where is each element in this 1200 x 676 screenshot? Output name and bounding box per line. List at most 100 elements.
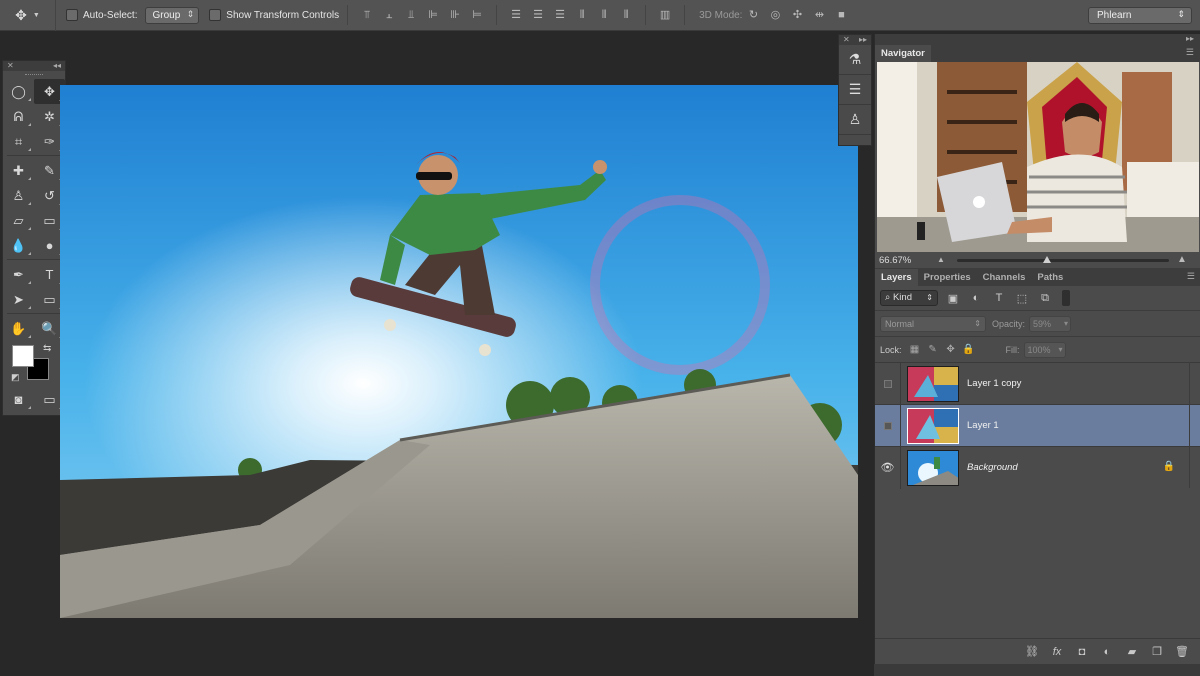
3d-pan-icon[interactable]: ✣	[790, 8, 804, 22]
auto-select-checkbox[interactable]	[66, 9, 78, 21]
swap-colors-icon[interactable]: ⇆	[43, 343, 51, 354]
hand-tool-icon[interactable]: ✋	[3, 316, 34, 341]
distribute-right-icon[interactable]: ⦀	[619, 8, 633, 22]
distribute-left-icon[interactable]: ⦀	[575, 8, 589, 22]
blend-mode-select[interactable]: Normal	[880, 315, 986, 332]
layer-name[interactable]: Layer 1 copy	[967, 378, 1021, 389]
adjustment-layer-icon[interactable]: ◐	[1100, 646, 1114, 658]
layer-name[interactable]: Background	[967, 462, 1018, 473]
link-layers-icon[interactable]: ⛓	[1025, 645, 1039, 658]
clone-source-panel-icon[interactable]: ♙	[839, 105, 871, 135]
collapsed-panel-dock: ✕ ▸▸ ⚗ ☰ ♙	[838, 34, 872, 146]
auto-align-icon[interactable]: ▥	[658, 8, 672, 22]
filter-kind-select[interactable]: ⌕ Kind	[880, 290, 938, 306]
panel-bottom-bar	[874, 664, 1200, 676]
layer-row-selected[interactable]: Layer 1	[875, 404, 1200, 447]
auto-select-label: Auto-Select:	[83, 9, 138, 21]
opacity-field[interactable]: 59%	[1029, 315, 1072, 332]
default-colors-icon[interactable]: ◩	[11, 372, 20, 383]
healing-brush-tool-icon[interactable]: ✚	[3, 158, 34, 183]
collapse-icon[interactable]: ◂◂	[53, 61, 61, 71]
new-group-icon[interactable]: ▰	[1125, 645, 1139, 658]
layer-thumbnail	[907, 449, 959, 486]
lock-image-icon[interactable]: ✎	[924, 344, 942, 355]
zoom-out-icon[interactable]: ▲	[937, 255, 945, 264]
filter-toggle[interactable]	[1062, 290, 1070, 306]
filter-adjustment-icon[interactable]: ◐	[968, 292, 984, 304]
tool-preset-picker[interactable]: ✥ ▼	[0, 0, 56, 31]
show-transform-checkbox[interactable]	[209, 9, 222, 21]
align-top-icon[interactable]: ⫪	[360, 8, 374, 22]
eraser-tool-icon[interactable]: ▱	[3, 208, 34, 233]
tab-channels[interactable]: Channels	[977, 269, 1032, 286]
pen-tool-icon[interactable]: ✒	[3, 262, 34, 287]
align-vcenter-icon[interactable]: ⫠	[382, 8, 396, 22]
expand-icon[interactable]: ▸▸	[859, 35, 867, 45]
distribute-hcenter-icon[interactable]: ⦀	[597, 8, 611, 22]
panel-menu-icon[interactable]: ☰	[1186, 47, 1194, 58]
visibility-toggle[interactable]	[875, 404, 901, 447]
filter-shape-icon[interactable]: ⬚	[1014, 292, 1030, 305]
quick-mask-icon[interactable]: ◙	[3, 387, 34, 412]
close-icon[interactable]: ✕	[843, 35, 850, 45]
tools-panel: ✕ ◂◂ ◯ ✥ ᕱ ✲ ⌗ ✑ ✚ ✎ ♙ ↺ ▱ ▭ 💧 ● ✒ T ➤ ▭ …	[2, 60, 66, 416]
history-panel-icon[interactable]: ⚗	[839, 45, 871, 75]
3d-orbit-icon[interactable]: ↻	[746, 8, 760, 22]
marquee-tool-icon[interactable]: ◯	[3, 79, 34, 104]
navigator-preview-image	[877, 62, 1199, 252]
layer-thumbnail	[907, 365, 959, 402]
add-mask-icon[interactable]: ◘	[1075, 646, 1089, 658]
tab-paths[interactable]: Paths	[1031, 269, 1069, 286]
clone-stamp-tool-icon[interactable]: ♙	[3, 183, 34, 208]
tab-navigator[interactable]: Navigator	[875, 45, 931, 62]
zoom-slider-knob[interactable]	[1043, 256, 1051, 263]
blur-tool-icon[interactable]: 💧	[3, 233, 34, 258]
navigator-preview[interactable]	[877, 62, 1199, 252]
document-canvas[interactable]	[60, 85, 858, 618]
layer-name[interactable]: Layer 1	[967, 420, 999, 431]
trash-icon[interactable]: 🗑	[1175, 645, 1189, 658]
foreground-color-swatch[interactable]	[12, 345, 34, 367]
align-bottom-icon[interactable]: ⫫	[404, 8, 418, 22]
layer-row[interactable]: Layer 1 copy	[875, 362, 1200, 405]
zoom-slider[interactable]	[957, 259, 1169, 262]
3d-slide-icon[interactable]: ⇹	[812, 8, 826, 22]
zoom-in-icon[interactable]: ▲	[1177, 254, 1187, 265]
fx-icon[interactable]: fx	[1050, 646, 1064, 658]
distribute-vcenter-icon[interactable]: ☰	[531, 8, 545, 22]
tab-layers[interactable]: Layers	[875, 269, 918, 286]
path-selection-tool-icon[interactable]: ➤	[3, 287, 34, 312]
fill-field[interactable]: 100%	[1023, 341, 1066, 358]
lock-label: Lock:	[880, 344, 902, 355]
layer-row[interactable]: 👁 Background 🔒	[875, 446, 1200, 489]
align-hcenter-icon[interactable]: ⊪	[448, 8, 462, 22]
distribute-top-icon[interactable]: ☰	[509, 8, 523, 22]
lasso-tool-icon[interactable]: ᕱ	[3, 104, 34, 129]
visibility-toggle[interactable]	[875, 362, 901, 405]
tab-properties[interactable]: Properties	[918, 269, 977, 286]
auto-select-mode-select[interactable]: Group	[145, 6, 200, 24]
lock-transparent-icon[interactable]: ▦	[906, 344, 924, 355]
panel-menu-icon[interactable]: ☰	[1187, 271, 1195, 282]
align-right-icon[interactable]: ⊨	[470, 8, 484, 22]
3d-scale-icon[interactable]: ■	[834, 8, 848, 22]
layers-scrollbar[interactable]	[1189, 362, 1199, 488]
workspace-select[interactable]: Phlearn	[1088, 7, 1192, 24]
lock-all-icon[interactable]: 🔒	[960, 344, 978, 355]
eye-icon[interactable]: 👁	[875, 446, 901, 489]
lock-position-icon[interactable]: ✥	[942, 344, 960, 355]
move-tool-icon: ✥	[15, 6, 27, 23]
navigator-zoom-value[interactable]: 66.67%	[879, 255, 911, 266]
new-layer-icon[interactable]: ❐	[1150, 645, 1164, 658]
distribute-bottom-icon[interactable]: ☰	[553, 8, 567, 22]
layers-footer: ⛓ fx ◘ ◐ ▰ ❐ 🗑	[875, 638, 1200, 664]
3d-roll-icon[interactable]: ◎	[768, 8, 782, 22]
filter-smart-object-icon[interactable]: ⧉	[1037, 292, 1053, 305]
adjustments-panel-icon[interactable]: ☰	[839, 75, 871, 105]
collapse-icon[interactable]: ▸▸	[1186, 34, 1194, 44]
filter-type-icon[interactable]: T	[991, 292, 1007, 304]
align-left-icon[interactable]: ⊫	[426, 8, 440, 22]
filter-pixel-icon[interactable]: ▣	[945, 292, 961, 305]
crop-tool-icon[interactable]: ⌗	[3, 129, 34, 154]
close-icon[interactable]: ✕	[7, 61, 14, 71]
